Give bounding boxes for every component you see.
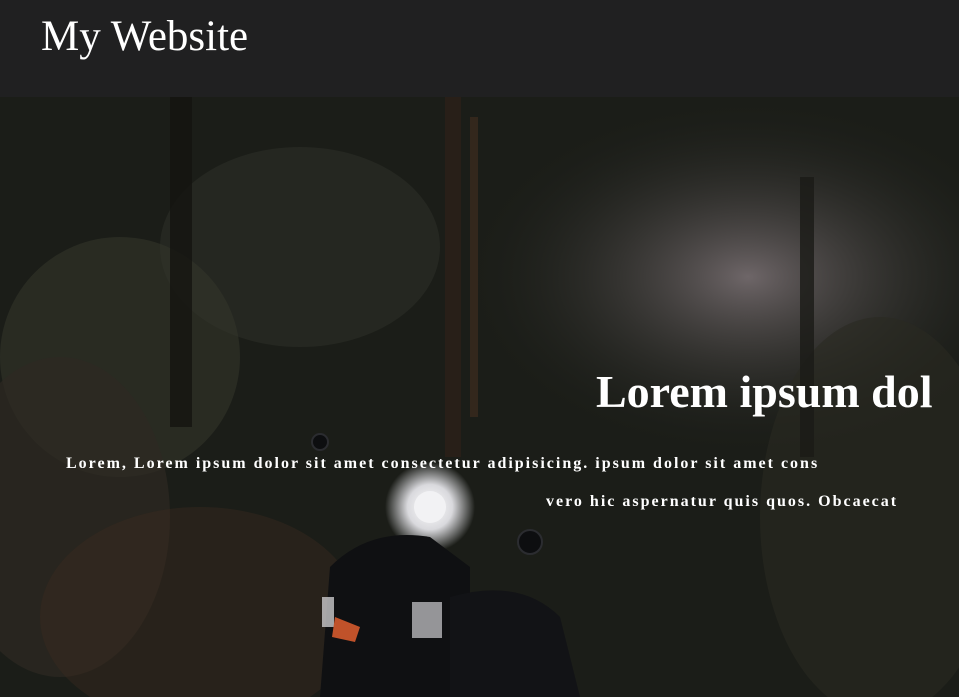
- navbar: My Website: [0, 0, 959, 97]
- site-brand-link[interactable]: My Website: [41, 12, 248, 61]
- hero-paragraph-line-1: Lorem, Lorem ipsum dolor sit amet consec…: [66, 455, 820, 472]
- hero-paragraph-line-2: vero hic aspernatur quis quos. Obcaecat: [546, 493, 899, 510]
- hero-section: Lorem ipsum dol Lorem, Lorem ipsum dolor…: [0, 97, 959, 697]
- hero-title: Lorem ipsum dol: [596, 366, 933, 417]
